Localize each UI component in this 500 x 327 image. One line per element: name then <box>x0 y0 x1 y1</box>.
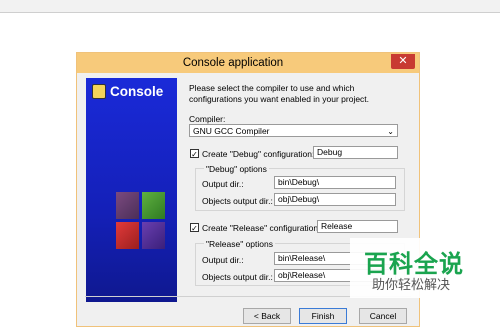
codeblocks-logo-icon <box>92 84 106 99</box>
window-title: Console application <box>182 57 284 69</box>
debug-objects-field[interactable]: obj\Debug\ <box>274 193 396 206</box>
background-window-bar <box>0 0 500 13</box>
compiler-label: Compiler: <box>189 114 226 124</box>
wizard-banner: Console <box>86 78 177 302</box>
release-name-field[interactable]: Release <box>317 220 398 233</box>
debug-name-field[interactable]: Debug <box>313 146 398 159</box>
cube-violet <box>142 222 165 249</box>
finish-button[interactable]: Finish <box>299 308 347 324</box>
description-text: Please select the compiler to use and wh… <box>189 83 370 104</box>
chevron-down-icon: ⌄ <box>387 127 394 136</box>
release-checkbox[interactable]: ✓ <box>190 223 199 233</box>
cube-purple <box>116 192 139 219</box>
compiler-selected: GNU GCC Compiler <box>193 126 270 136</box>
debug-checkbox-label: Create "Debug" configuration: <box>202 149 315 159</box>
debug-output-field[interactable]: bin\Debug\ <box>274 176 396 189</box>
banner-title: Console <box>110 84 164 99</box>
back-button[interactable]: < Back <box>243 308 291 324</box>
debug-objects-label: Objects output dir.: <box>202 196 273 206</box>
banner-heading: Console <box>92 84 163 99</box>
release-options-title: "Release" options <box>204 239 275 249</box>
release-objects-label: Objects output dir.: <box>202 272 273 282</box>
debug-output-label: Output dir.: <box>202 179 244 189</box>
watermark: 百科全说 助你轻松解决 <box>350 238 500 298</box>
cube-red <box>116 222 139 249</box>
release-output-label: Output dir.: <box>202 255 244 265</box>
title-bar: Console application ✕ <box>77 53 419 73</box>
watermark-sub-text: 助你轻松解决 <box>372 277 451 292</box>
cancel-button[interactable]: Cancel <box>359 308 407 324</box>
debug-options-title: "Debug" options <box>204 164 269 174</box>
cube-green <box>142 192 165 219</box>
release-checkbox-label: Create "Release" configuration: <box>202 223 321 233</box>
compiler-select[interactable]: GNU GCC Compiler ⌄ <box>189 124 398 137</box>
debug-checkbox[interactable]: ✓ <box>190 149 199 159</box>
cubes-logo-icon <box>116 192 166 250</box>
close-button[interactable]: ✕ <box>391 54 415 69</box>
